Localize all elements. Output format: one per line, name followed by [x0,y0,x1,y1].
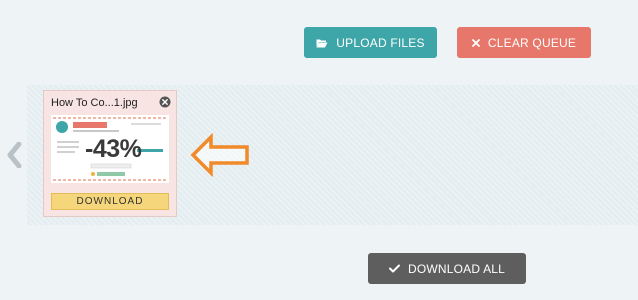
file-thumbnail: -43% [51,115,169,183]
clear-queue-label: CLEAR QUEUE [487,35,577,50]
upload-files-label: UPLOAD FILES [336,35,425,50]
compression-percent: -43% [85,135,142,163]
close-icon [471,38,480,47]
close-circle-icon [159,96,171,108]
checkmark-icon [388,264,400,273]
arrow-left-outline-icon [190,133,249,177]
chevron-left-icon [7,142,22,168]
download-all-label: DOWNLOAD ALL [407,261,506,276]
download-all-button[interactable]: DOWNLOAD ALL [368,253,526,284]
file-card: How To Co...1.jpg -43% DOWNLOAD [43,90,177,217]
folder-open-icon [316,38,328,48]
upload-files-button[interactable]: UPLOAD FILES [304,27,437,58]
download-file-button[interactable]: DOWNLOAD [51,193,169,210]
previous-button[interactable] [3,138,27,172]
clear-queue-button[interactable]: CLEAR QUEUE [457,27,591,58]
remove-file-button[interactable] [159,96,171,108]
file-name: How To Co...1.jpg [51,97,138,109]
